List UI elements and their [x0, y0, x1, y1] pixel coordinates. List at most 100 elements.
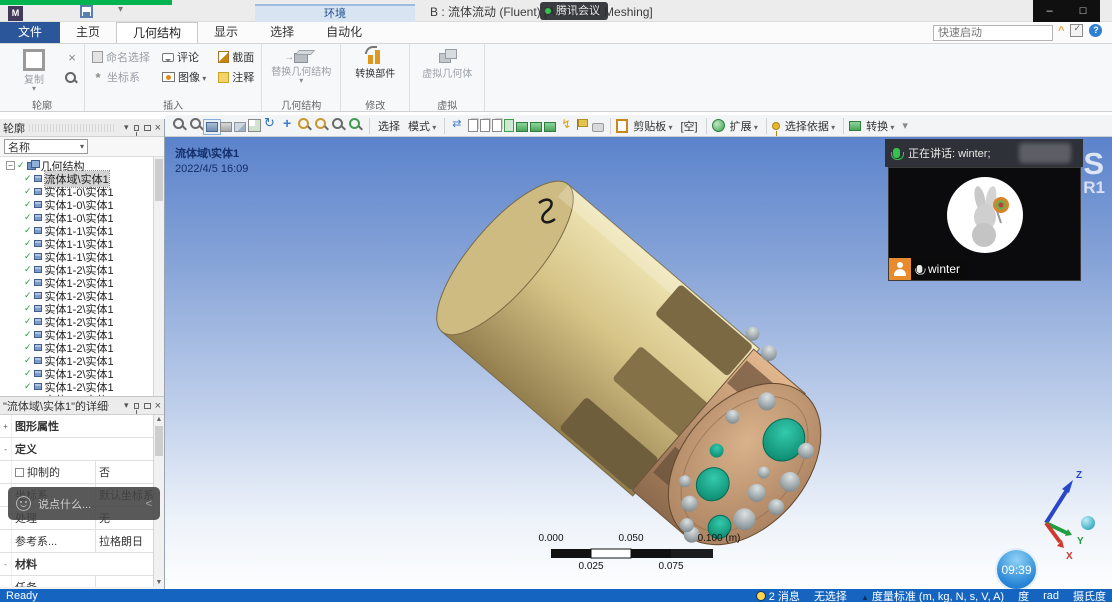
green-cube-icon[interactable]: [530, 122, 542, 132]
chat-input-placeholder[interactable]: 说点什么...: [38, 496, 139, 512]
clipboard-empty-label: [空]: [681, 118, 698, 134]
select-by-dropdown[interactable]: 选择依据: [785, 118, 835, 134]
tab-automation[interactable]: 自动化: [310, 22, 378, 43]
convert-part-button[interactable]: 转换部件: [345, 47, 405, 80]
pan-icon[interactable]: [280, 117, 295, 132]
zoom-out-icon[interactable]: [189, 117, 204, 132]
status-messages[interactable]: 2 消息: [756, 588, 800, 602]
coordinate-system-button[interactable]: *坐标系: [89, 67, 153, 87]
details-section-row[interactable]: -材料: [0, 553, 164, 576]
copy-button[interactable]: 复制▾: [4, 47, 64, 92]
copy-sheet-icon[interactable]: [468, 119, 478, 132]
ribbon-collapse-icon[interactable]: ^: [1058, 25, 1064, 37]
details-property-row[interactable]: 参考系...拉格朗日: [0, 530, 164, 553]
green-cube-icon[interactable]: [516, 122, 528, 132]
context-tab-environment[interactable]: 环境: [255, 4, 415, 22]
mag-gray-icon[interactable]: [331, 117, 346, 132]
expand-icon[interactable]: +: [0, 415, 12, 437]
tab-selection[interactable]: 选择: [254, 22, 310, 43]
meeting-chat-overlay[interactable]: 说点什么... <: [8, 487, 160, 520]
meeting-chip[interactable]: 腾讯会议: [540, 2, 608, 20]
grid-arrows-icon[interactable]: [451, 117, 466, 132]
collapse-icon[interactable]: −: [6, 161, 15, 170]
minimize-button[interactable]: –: [1047, 5, 1053, 17]
details-close-icon[interactable]: ×: [155, 400, 161, 412]
cube-gray-icon[interactable]: [220, 122, 232, 132]
flag-icon[interactable]: [575, 117, 590, 132]
app-icon[interactable]: M: [8, 6, 23, 21]
section-plane-button[interactable]: 截面: [215, 47, 257, 67]
convert-icon[interactable]: [849, 121, 861, 131]
meeting-video-tile[interactable]: winter: [888, 167, 1081, 281]
restore-button[interactable]: □: [1080, 5, 1087, 17]
extend-dropdown[interactable]: 扩展: [730, 118, 758, 134]
section-label: 材料: [12, 553, 164, 575]
save-icon[interactable]: [80, 5, 93, 18]
tab-file[interactable]: 文件: [0, 22, 60, 43]
virtual-body-button[interactable]: 虚拟几何体: [414, 47, 480, 80]
details-property-row[interactable]: 抑制的否: [0, 461, 164, 484]
tab-geometry[interactable]: 几何结构: [116, 22, 198, 43]
details-property-row[interactable]: 任务: [0, 576, 164, 587]
help-icon[interactable]: ?: [1089, 24, 1102, 37]
quick-access-caret-icon[interactable]: ▾: [118, 4, 123, 15]
delete-icon[interactable]: ×: [64, 50, 80, 65]
copy-sheet-icon[interactable]: [480, 119, 490, 132]
emoji-icon[interactable]: [16, 496, 31, 511]
options-icon[interactable]: [1070, 24, 1083, 37]
rotate-icon[interactable]: [263, 117, 278, 132]
details-maximize-icon[interactable]: [144, 403, 151, 409]
toolbar-overflow-caret[interactable]: ▾: [902, 119, 908, 132]
search-icon[interactable]: [64, 71, 78, 85]
checkbox[interactable]: [15, 468, 24, 477]
name-filter-dropdown[interactable]: 名称▾: [4, 139, 88, 154]
clipboard-dropdown[interactable]: 剪贴板: [633, 118, 672, 134]
paste-structure-icon[interactable]: [248, 119, 261, 132]
expand-icon[interactable]: -: [0, 438, 12, 460]
convert-dropdown[interactable]: 转换: [866, 118, 894, 134]
select-label[interactable]: 选择: [378, 118, 400, 134]
mag-plus-icon[interactable]: [314, 117, 329, 132]
status-angle-unit[interactable]: 度: [1018, 588, 1029, 602]
stamp-icon[interactable]: [592, 123, 604, 132]
details-pin-icon[interactable]: [134, 403, 139, 409]
clipboard-icon[interactable]: [616, 119, 628, 133]
named-selection-button[interactable]: 命名选择: [89, 47, 153, 67]
comment-button[interactable]: 评论: [159, 47, 209, 67]
details-section-row[interactable]: +图形属性: [0, 415, 164, 438]
mag-gold-icon[interactable]: [297, 117, 312, 132]
quick-launch-input[interactable]: [933, 25, 1053, 41]
tab-display[interactable]: 显示: [198, 22, 254, 43]
chat-collapse-icon[interactable]: <: [146, 498, 152, 510]
mode-dropdown[interactable]: 模式: [408, 118, 436, 134]
copy-sheet-icon[interactable]: [492, 119, 502, 132]
tree-scrollbar[interactable]: [153, 157, 164, 396]
tree-item[interactable]: ✓实体1-2\实体1: [0, 393, 164, 397]
zoom-in-icon[interactable]: [172, 117, 187, 132]
expand-icon[interactable]: -: [0, 553, 12, 575]
replace-geometry-button[interactable]: 替换几何结构▾: [266, 47, 336, 84]
mag-green-icon[interactable]: [348, 117, 363, 132]
green-sheet-icon[interactable]: [504, 119, 514, 132]
bolt-icon[interactable]: [558, 117, 573, 132]
details-menu-caret-icon[interactable]: ▾: [124, 400, 129, 411]
outline-close-icon[interactable]: ×: [155, 122, 161, 134]
meeting-speaking-bar[interactable]: 正在讲话: winter;: [885, 139, 1083, 167]
details-section-row[interactable]: -定义: [0, 438, 164, 461]
outline-menu-caret-icon[interactable]: ▾: [124, 122, 129, 133]
status-temp-unit[interactable]: 摄氏度: [1073, 588, 1106, 602]
outline-maximize-icon[interactable]: [144, 125, 151, 131]
annotation-button[interactable]: 注释: [215, 67, 257, 87]
tab-home[interactable]: 主页: [60, 22, 116, 43]
cube-iso-icon[interactable]: [234, 122, 246, 132]
extend-icon[interactable]: [712, 119, 725, 132]
body-icon: [34, 253, 42, 260]
image-button[interactable]: 图像: [159, 67, 209, 87]
meeting-time-badge[interactable]: 09:39: [995, 548, 1038, 591]
status-rad-unit[interactable]: rad: [1043, 590, 1059, 602]
green-cube-icon[interactable]: [544, 122, 556, 132]
outline-pin-icon[interactable]: [134, 125, 139, 131]
select-by-icon[interactable]: [772, 122, 780, 130]
cube-solid-icon[interactable]: [206, 122, 218, 132]
status-units[interactable]: ▲度量标准 (m, kg, N, s, V, A): [861, 588, 1004, 602]
